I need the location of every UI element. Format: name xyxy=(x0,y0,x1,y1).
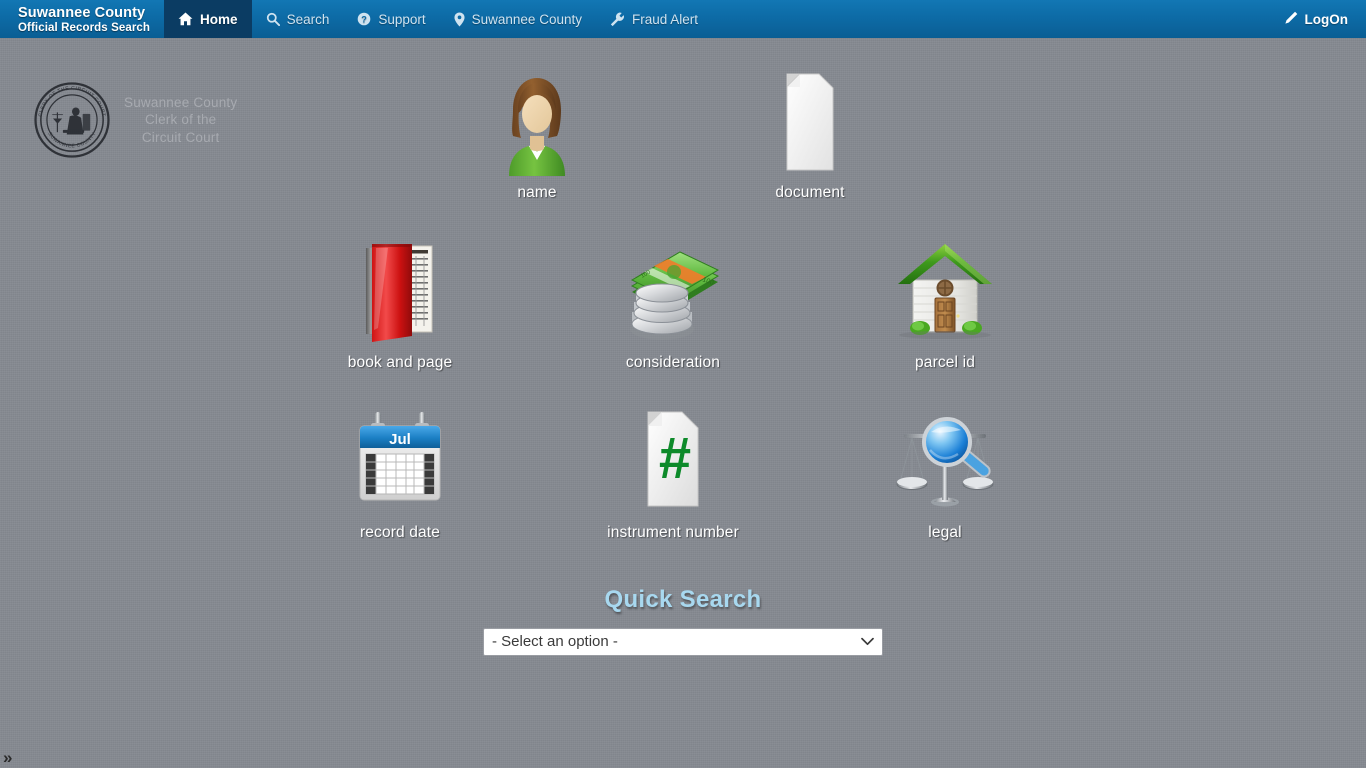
nav-item-search-label: Search xyxy=(286,11,330,27)
tile-instrument-number[interactable]: # instrument number xyxy=(598,406,748,542)
document-icon xyxy=(735,66,885,176)
tile-record-date-label: record date xyxy=(359,524,441,541)
nav-item-search[interactable]: Search xyxy=(252,0,344,38)
nav-item-home-label: Home xyxy=(200,11,238,27)
nav-item-support[interactable]: ? Support xyxy=(343,0,439,38)
scales-glass-icon xyxy=(870,406,1020,516)
house-icon xyxy=(870,236,1020,346)
logon-label: LogOn xyxy=(1304,11,1349,27)
county-seal-block: CLERK OF THE CIRCUIT COURT SUWANNEE COUN… xyxy=(34,82,237,158)
brand-title: Suwannee County xyxy=(18,5,146,22)
nav-item-fraud-alert[interactable]: Fraud Alert xyxy=(596,0,712,38)
tile-legal-label: legal xyxy=(928,524,962,541)
brand-subtitle: Official Records Search xyxy=(18,21,151,34)
nav-item-suwannee-county-label: Suwannee County xyxy=(471,11,582,27)
help-icon: ? xyxy=(357,12,371,26)
quick-search-section: Quick Search - Select an option - xyxy=(0,586,1366,656)
seal-caption: Suwannee County Clerk of the Circuit Cou… xyxy=(124,94,237,146)
footer-expand-toggle[interactable]: » xyxy=(3,749,12,766)
seal-caption-line2: Clerk of the xyxy=(144,112,217,128)
tile-document-label: document xyxy=(775,184,845,201)
tile-parcel-id-label: parcel id xyxy=(915,354,975,371)
hash-page-icon: # xyxy=(598,406,748,516)
tile-book-and-page-label: book and page xyxy=(347,354,453,371)
nav-item-support-label: Support xyxy=(378,11,426,27)
map-pin-icon xyxy=(454,12,465,27)
wrench-icon xyxy=(610,12,625,27)
tile-name[interactable]: name xyxy=(462,66,612,202)
tile-consideration[interactable]: 100 100 consideration xyxy=(598,236,748,372)
nav-item-fraud-alert-label: Fraud Alert xyxy=(631,11,698,27)
seal-caption-line1: Suwannee County xyxy=(124,95,238,111)
tile-document[interactable]: document xyxy=(735,66,885,202)
money-icon: 100 100 xyxy=(598,236,748,346)
brand-block: Suwannee County Official Records Search xyxy=(0,0,164,38)
calendar-month-label: Jul xyxy=(389,431,411,448)
red-book-icon xyxy=(325,236,475,346)
county-seal-icon: CLERK OF THE CIRCUIT COURT SUWANNEE COUN… xyxy=(34,82,110,158)
tile-record-date[interactable]: Jul record date xyxy=(325,406,475,542)
calendar-icon: Jul xyxy=(325,406,475,516)
hash-symbol: # xyxy=(659,426,691,491)
logon-button[interactable]: LogOn xyxy=(1270,0,1366,38)
tile-book-and-page[interactable]: book and page xyxy=(325,236,475,372)
tile-legal[interactable]: legal xyxy=(870,406,1020,542)
quick-search-select-wrap: - Select an option - xyxy=(483,628,883,656)
tile-consideration-label: consideration xyxy=(625,354,721,371)
quick-search-select[interactable]: - Select an option - xyxy=(483,628,883,656)
tile-parcel-id[interactable]: parcel id xyxy=(870,236,1020,372)
top-navigation-bar: Suwannee County Official Records Search … xyxy=(0,0,1366,38)
seal-caption-line3: Circuit Court xyxy=(141,129,220,145)
main-nav: Home Search ? Support Suwannee County Fr… xyxy=(164,0,712,38)
nav-item-suwannee-county[interactable]: Suwannee County xyxy=(440,0,596,38)
person-icon xyxy=(462,66,612,176)
tile-instrument-number-label: instrument number xyxy=(607,524,739,541)
quick-search-title: Quick Search xyxy=(604,586,762,613)
svg-text:?: ? xyxy=(362,15,368,25)
search-icon xyxy=(266,12,280,26)
pencil-icon xyxy=(1284,11,1298,28)
nav-item-home[interactable]: Home xyxy=(164,0,252,38)
home-icon xyxy=(178,12,193,26)
tile-name-label: name xyxy=(517,184,557,201)
